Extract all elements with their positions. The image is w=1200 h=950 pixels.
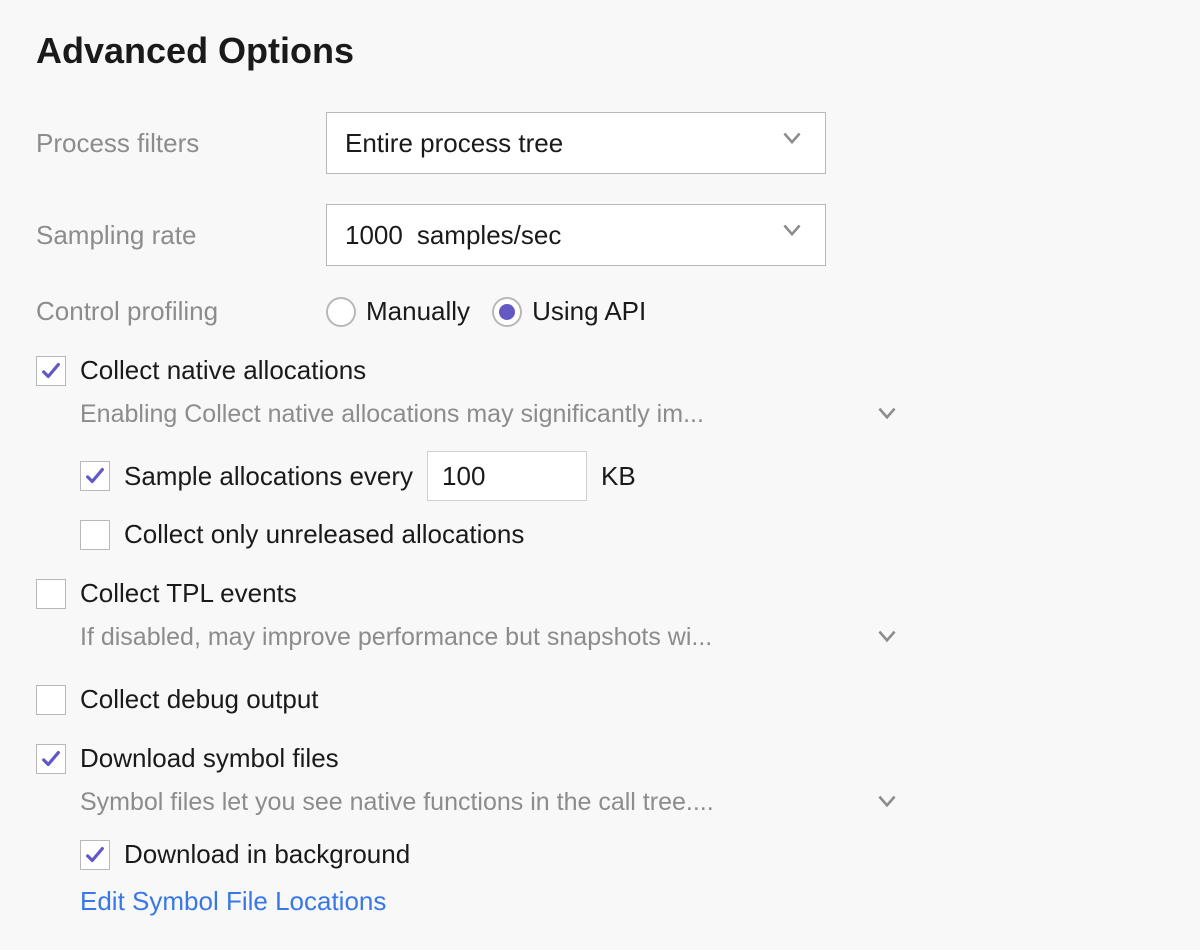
chevron-down-icon <box>779 125 805 158</box>
process-filters-value: Entire process tree <box>345 128 563 159</box>
sampling-rate-select[interactable]: 1000 samples/sec <box>326 204 826 266</box>
process-filters-label: Process filters <box>36 128 326 159</box>
collect-tpl-expand[interactable] <box>874 619 900 656</box>
sample-allocations-checkbox[interactable] <box>80 461 110 491</box>
radio-icon <box>492 297 522 327</box>
collect-native-expand[interactable] <box>874 396 900 433</box>
collect-tpl-label: Collect TPL events <box>80 578 297 609</box>
sample-allocations-label: Sample allocations every <box>124 461 413 492</box>
control-profiling-radio-using-api[interactable]: Using API <box>492 296 646 327</box>
control-profiling-radio-manually[interactable]: Manually <box>326 296 470 327</box>
collect-debug-option: Collect debug output <box>36 684 1164 715</box>
collect-debug-checkbox[interactable] <box>36 685 66 715</box>
section-title: Advanced Options <box>36 30 1164 72</box>
download-symbols-checkbox[interactable] <box>36 744 66 774</box>
collect-tpl-description: If disabled, may improve performance but… <box>80 623 864 652</box>
download-background-checkbox[interactable] <box>80 840 110 870</box>
only-unreleased-checkbox[interactable] <box>80 520 110 550</box>
collect-native-description: Enabling Collect native allocations may … <box>80 400 864 429</box>
collect-tpl-option: Collect TPL events If disabled, may impr… <box>36 578 1164 656</box>
sample-allocations-input[interactable] <box>427 451 587 501</box>
collect-native-label: Collect native allocations <box>80 355 366 386</box>
collect-native-checkbox[interactable] <box>36 356 66 386</box>
process-filters-select[interactable]: Entire process tree <box>326 112 826 174</box>
download-symbols-option: Download symbol files Symbol files let y… <box>36 743 1164 917</box>
download-symbols-label: Download symbol files <box>80 743 339 774</box>
download-symbols-expand[interactable] <box>874 784 900 821</box>
sample-allocations-unit: KB <box>601 461 636 492</box>
sampling-rate-label: Sampling rate <box>36 220 326 251</box>
download-background-label: Download in background <box>124 839 410 870</box>
download-symbols-description: Symbol files let you see native function… <box>80 788 864 817</box>
only-unreleased-label: Collect only unreleased allocations <box>124 519 524 550</box>
sampling-rate-number: 1000 <box>345 220 417 251</box>
collect-native-option: Collect native allocations Enabling Coll… <box>36 355 1164 550</box>
control-profiling-label: Control profiling <box>36 296 326 327</box>
chevron-down-icon <box>779 217 805 250</box>
sampling-rate-row: Sampling rate 1000 samples/sec <box>36 204 1164 266</box>
collect-debug-label: Collect debug output <box>80 684 319 715</box>
radio-label-manually: Manually <box>366 296 470 327</box>
process-filters-row: Process filters Entire process tree <box>36 112 1164 174</box>
control-profiling-row: Control profiling Manually Using API <box>36 296 1164 327</box>
edit-symbol-locations-link[interactable]: Edit Symbol File Locations <box>80 886 386 917</box>
radio-icon <box>326 297 356 327</box>
collect-tpl-checkbox[interactable] <box>36 579 66 609</box>
sampling-rate-unit: samples/sec <box>417 220 562 251</box>
radio-label-using-api: Using API <box>532 296 646 327</box>
